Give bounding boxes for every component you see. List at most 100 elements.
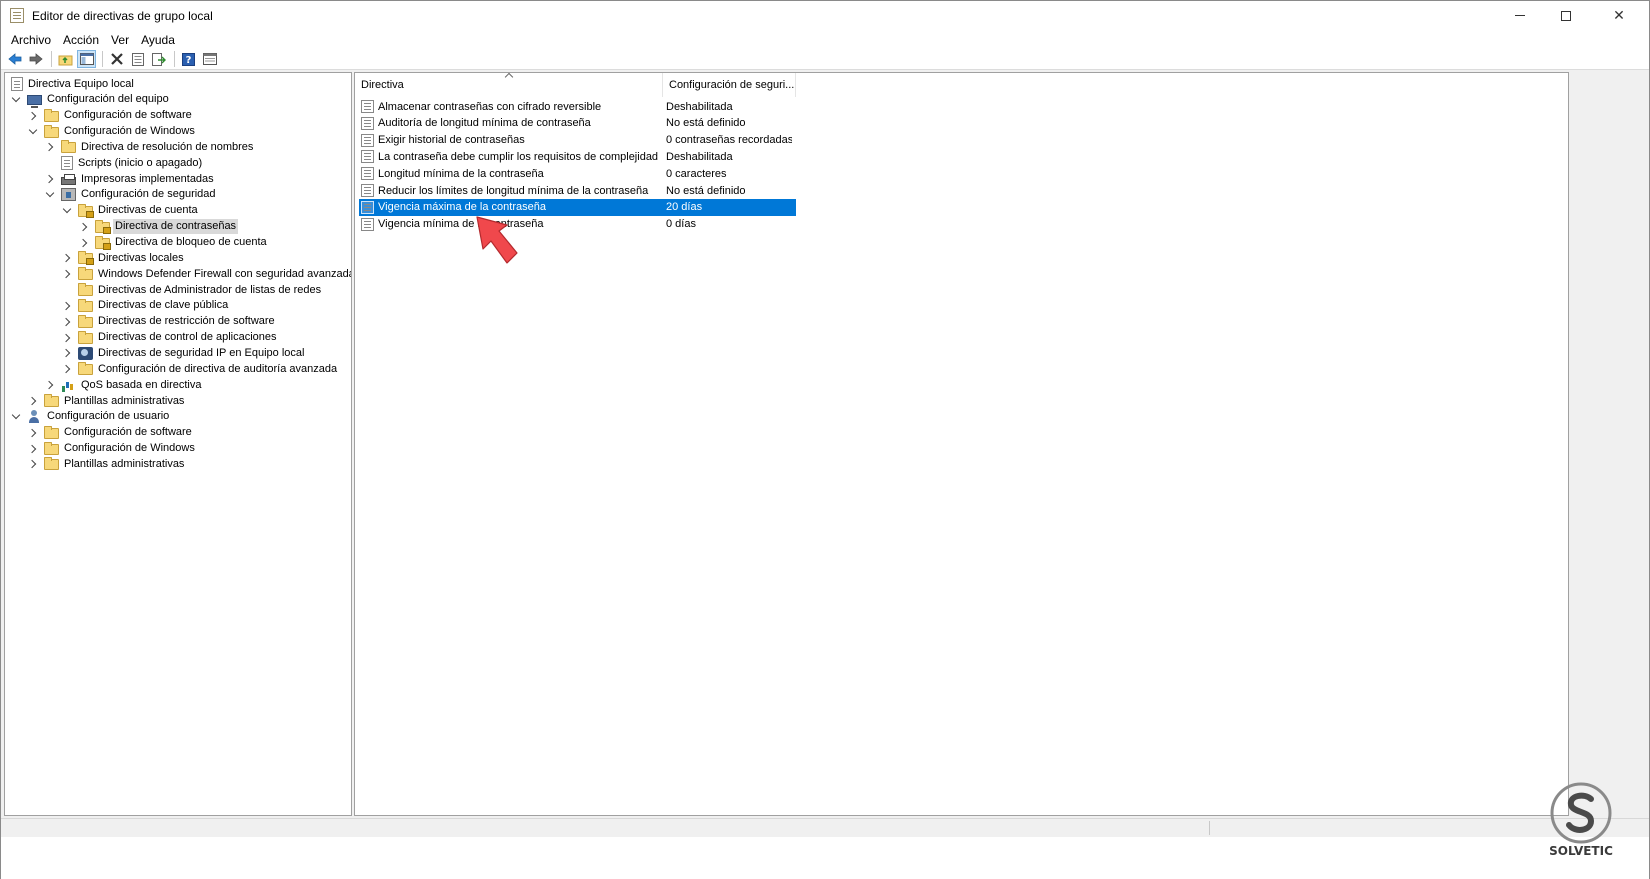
expand-chevron-icon[interactable] (61, 253, 72, 263)
security-setting-value: 0 caracteres (666, 167, 727, 180)
tree-item[interactable]: Plantillas administrativas (27, 393, 186, 409)
tree-item[interactable]: Configuración de seguridad (45, 187, 218, 203)
list-item[interactable]: Vigencia mínima de la contraseña 0 días (359, 216, 796, 233)
printer-icon (61, 173, 76, 185)
list-item[interactable]: Longitud mínima de la contraseña 0 caract… (359, 165, 796, 182)
tree-item[interactable]: Configuración de Windows (27, 441, 197, 457)
folder-icon (78, 298, 93, 312)
help-button[interactable]: ? (179, 50, 198, 68)
folder-icon (44, 124, 59, 138)
tree-item[interactable]: Directivas de clave pública (61, 298, 230, 314)
policy-name: Almacenar contraseñas con cifrado revers… (378, 100, 602, 113)
tree-item[interactable]: Configuración del equipo (11, 92, 171, 108)
folder-lock-icon (78, 203, 94, 218)
menu-accion[interactable]: Acción (57, 33, 105, 47)
svg-text:?: ? (186, 55, 192, 66)
chevron-icon (78, 222, 88, 231)
export-list-button[interactable] (149, 50, 168, 68)
tree-item[interactable]: Scripts (inicio o apagado) (45, 155, 204, 171)
show-hide-tree-button[interactable] (77, 50, 96, 68)
expand-chevron-icon[interactable] (61, 269, 72, 279)
chevron-icon (61, 254, 71, 263)
minimize-button[interactable] (1497, 1, 1543, 30)
expand-chevron-icon[interactable] (61, 364, 72, 374)
tree-item[interactable]: Directivas de cuenta (62, 203, 200, 219)
list-item[interactable]: La contraseña debe cumplir los requisito… (359, 148, 796, 165)
view-button[interactable] (200, 50, 219, 68)
tree-item-label: Configuración de seguridad (81, 188, 216, 201)
close-button[interactable]: ✕ (1589, 1, 1649, 30)
user-icon (27, 410, 42, 424)
tree-item[interactable]: Directiva de bloqueo de cuenta (78, 235, 269, 251)
maximize-icon (1561, 10, 1571, 21)
expand-chevron-icon[interactable] (44, 174, 55, 184)
app-window: Editor de directivas de grupo local ✕ Ar… (0, 0, 1650, 879)
expand-chevron-icon[interactable] (27, 396, 38, 406)
tree-item[interactable]: Impresoras implementadas (44, 171, 216, 187)
expand-chevron-icon[interactable] (27, 459, 38, 469)
tree-item-label: Directivas de Administrador de listas de… (98, 283, 322, 296)
tree-item[interactable]: QoS basada en directiva (44, 377, 203, 393)
delete-button[interactable] (107, 50, 126, 68)
tree-item[interactable]: Configuración de directiva de auditoría … (61, 361, 339, 377)
expand-chevron-icon[interactable] (78, 238, 89, 248)
menu-archivo[interactable]: Archivo (5, 33, 57, 47)
list-item[interactable]: Auditoría de longitud mínima de contrase… (359, 115, 796, 132)
tree-item-label: Directiva de resolución de nombres (81, 140, 254, 153)
expand-chevron-icon[interactable] (27, 111, 38, 121)
tree-item[interactable]: Directivas de Administrador de listas de… (62, 282, 323, 298)
expand-chevron-icon[interactable] (61, 333, 72, 343)
collapse-chevron-icon[interactable] (11, 94, 21, 105)
tree-item[interactable]: Configuración de software (27, 425, 194, 441)
menu-ayuda[interactable]: Ayuda (135, 33, 181, 47)
up-folder-button[interactable] (56, 50, 75, 68)
expand-chevron-icon[interactable] (61, 348, 72, 358)
console-tree[interactable]: Directiva Equipo local Configuración del … (4, 72, 352, 816)
tree-item[interactable]: Configuración de software (27, 108, 194, 124)
tree-item-label: Directivas de restricción de software (98, 315, 275, 328)
tree-item[interactable]: Configuración de Windows (28, 124, 197, 140)
list-item[interactable]: Exigir historial de contraseñas 0 contras… (359, 132, 796, 149)
tree-item[interactable]: Directiva de resolución de nombres (44, 139, 255, 155)
chevron-icon (27, 111, 37, 120)
folder-icon (78, 362, 93, 376)
chevron-icon (11, 94, 21, 103)
expand-chevron-icon[interactable] (27, 444, 38, 454)
collapse-chevron-icon[interactable] (11, 411, 21, 422)
tree-item[interactable]: Directiva de contraseñas (78, 219, 239, 235)
expand-chevron-icon[interactable] (44, 142, 55, 152)
tree-item[interactable]: Windows Defender Firewall con seguridad … (61, 266, 351, 282)
tree-item-label: Configuración de usuario (47, 410, 170, 423)
tree-item[interactable]: Plantillas administrativas (27, 456, 186, 472)
back-button[interactable] (5, 50, 24, 68)
collapse-chevron-icon[interactable] (45, 189, 55, 200)
tree-item[interactable]: Configuración de usuario (11, 409, 171, 425)
tree-item[interactable]: Directivas locales (61, 250, 186, 266)
folder-icon (78, 267, 93, 281)
tree-item[interactable]: Directivas de seguridad IP en Equipo loc… (61, 345, 306, 361)
list-item[interactable]: Reducir los límites de longitud mínima d… (359, 182, 796, 199)
column-header-directiva[interactable]: Directiva (355, 73, 663, 97)
list-item[interactable]: Almacenar contraseñas con cifrado revers… (359, 98, 796, 115)
expand-chevron-icon[interactable] (44, 380, 55, 390)
folder-icon (78, 283, 93, 297)
chevron-icon (27, 460, 37, 469)
menu-ver[interactable]: Ver (105, 33, 135, 47)
collapse-chevron-icon[interactable] (62, 205, 72, 216)
expand-chevron-icon[interactable] (78, 222, 89, 232)
policy-list-view[interactable]: Directiva Configuración de seguri... Alm… (354, 72, 1569, 816)
tree-item[interactable]: Directivas de control de aplicaciones (61, 330, 279, 346)
list-item[interactable]: Vigencia máxima de la contraseña 20 días (359, 198, 796, 216)
properties-button[interactable] (128, 50, 147, 68)
expand-chevron-icon[interactable] (27, 428, 38, 438)
expand-chevron-icon[interactable] (61, 317, 72, 327)
title-bar[interactable]: Editor de directivas de grupo local ✕ (1, 1, 1649, 30)
collapse-chevron-icon[interactable] (28, 125, 38, 137)
tree-item[interactable]: Directivas de restricción de software (61, 314, 277, 330)
expand-chevron-icon[interactable] (61, 301, 72, 311)
maximize-button[interactable] (1543, 1, 1589, 30)
logo-text: SOLVETIC (1549, 844, 1613, 858)
forward-button[interactable] (26, 50, 45, 68)
tree-item[interactable]: Directiva Equipo local (11, 76, 136, 92)
column-header-configuracion[interactable]: Configuración de seguri... (663, 73, 796, 97)
